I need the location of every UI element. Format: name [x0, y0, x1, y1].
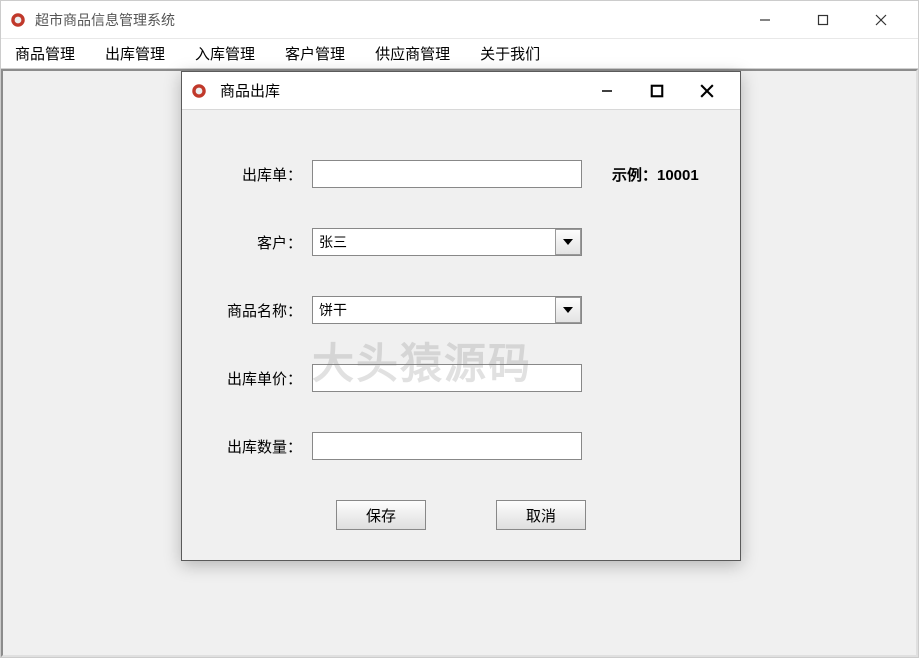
minimize-button[interactable] — [736, 4, 794, 36]
label-product: 商品名称： — [212, 300, 312, 321]
row-customer: 客户： 张三 — [212, 228, 710, 256]
main-titlebar: 超市商品信息管理系统 — [1, 1, 918, 39]
dialog-titlebar: 商品出库 — [182, 72, 740, 110]
input-price[interactable] — [312, 364, 582, 392]
menu-outbound[interactable]: 出库管理 — [101, 41, 169, 66]
dialog-title: 商品出库 — [220, 80, 582, 101]
menu-customers[interactable]: 客户管理 — [281, 41, 349, 66]
select-customer-value: 张三 — [313, 232, 555, 252]
label-customer: 客户： — [212, 232, 312, 253]
close-button[interactable] — [852, 4, 910, 36]
outbound-dialog: 商品出库 大头猿源码 出库单： — [181, 71, 741, 561]
row-quantity: 出库数量： — [212, 432, 710, 460]
main-window: 超市商品信息管理系统 商品管理 出库管理 入库管理 客户管理 供应商管理 关于我… — [0, 0, 919, 658]
main-window-controls — [736, 4, 910, 36]
chevron-down-icon[interactable] — [555, 229, 581, 255]
menubar: 商品管理 出库管理 入库管理 客户管理 供应商管理 关于我们 — [1, 39, 918, 69]
menu-products[interactable]: 商品管理 — [11, 41, 79, 66]
menu-inbound[interactable]: 入库管理 — [191, 41, 259, 66]
label-order: 出库单： — [212, 164, 312, 185]
maximize-button[interactable] — [794, 4, 852, 36]
hint-order: 示例：10001 — [612, 164, 699, 185]
label-price: 出库单价： — [212, 368, 312, 389]
menu-suppliers[interactable]: 供应商管理 — [371, 41, 454, 66]
dialog-icon — [190, 82, 208, 100]
select-product-value: 饼干 — [313, 300, 555, 320]
content-area: 商品出库 大头猿源码 出库单： — [1, 69, 918, 657]
input-quantity[interactable] — [312, 432, 582, 460]
dialog-minimize-button[interactable] — [582, 75, 632, 107]
select-product[interactable]: 饼干 — [312, 296, 582, 324]
chevron-down-icon[interactable] — [555, 297, 581, 323]
input-order[interactable] — [312, 160, 582, 188]
save-button[interactable]: 保存 — [336, 500, 426, 530]
dialog-body: 大头猿源码 出库单： 示例：10001 客户： 张三 — [182, 110, 740, 560]
cancel-button[interactable]: 取消 — [496, 500, 586, 530]
main-window-title: 超市商品信息管理系统 — [35, 10, 736, 30]
dialog-close-button[interactable] — [682, 75, 732, 107]
select-customer[interactable]: 张三 — [312, 228, 582, 256]
button-row: 保存 取消 — [212, 500, 710, 530]
label-quantity: 出库数量： — [212, 436, 312, 457]
dialog-maximize-button[interactable] — [632, 75, 682, 107]
app-icon — [9, 11, 27, 29]
row-product: 商品名称： 饼干 — [212, 296, 710, 324]
menu-about[interactable]: 关于我们 — [476, 41, 544, 66]
dialog-controls — [582, 75, 732, 107]
row-price: 出库单价： — [212, 364, 710, 392]
row-order: 出库单： 示例：10001 — [212, 160, 710, 188]
